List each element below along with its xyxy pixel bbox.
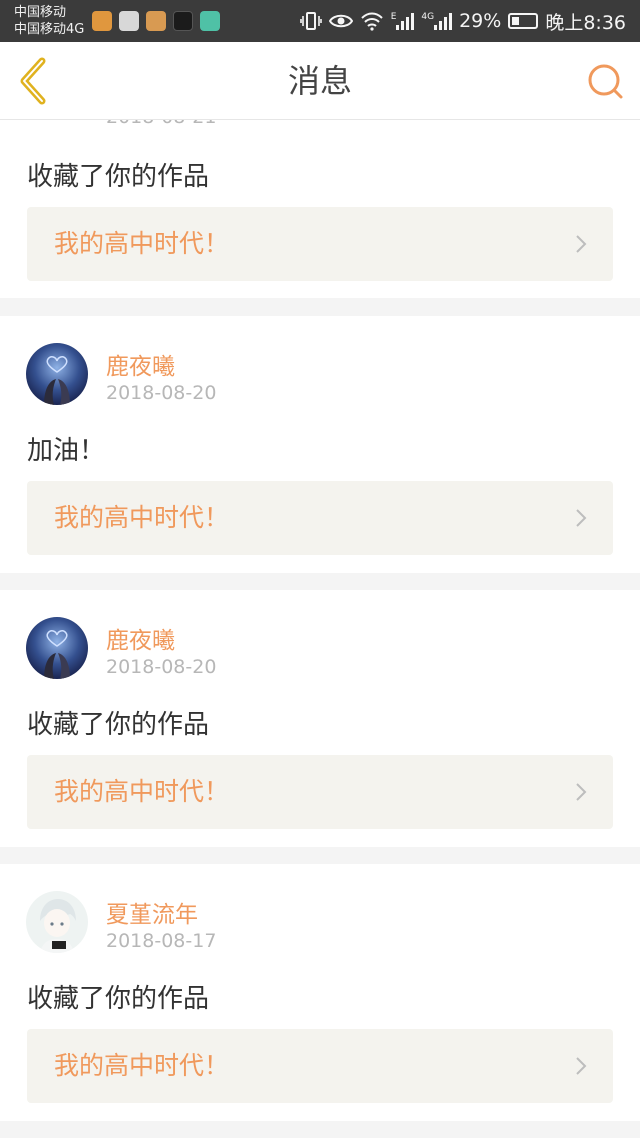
signal-1: E [391,12,415,30]
wifi-icon [360,12,383,31]
search-button[interactable] [586,62,626,102]
search-icon [588,64,623,99]
game-notification-icon [200,11,220,31]
status-bar: 中国移动 中国移动4G E 4G 29% 晚上8:36 [0,0,640,42]
notification-icons [92,11,220,31]
avatar[interactable] [26,343,88,405]
work-title: 我的高中时代！ [54,503,230,532]
message-card: 夏堇流年 2018-08-17 收藏了你的作品 我的高中时代！ [0,864,640,1121]
back-chevron-icon [20,57,46,105]
message-date: 2018-08-20 [106,656,217,678]
avatar-image [26,343,88,405]
status-indicators: E 4G 29% 晚上8:36 [299,0,626,42]
work-link[interactable]: 我的高中时代！ [27,207,613,281]
message-comment: 收藏了你的作品 [27,710,210,740]
username[interactable]: 夏堇流年 [106,895,198,929]
eye-comfort-icon [328,14,353,28]
chevron-right-icon [576,235,587,253]
carrier-info: 中国移动 中国移动4G [14,4,84,38]
message-card: 鹿夜曦 2018-08-20 加油！ 我的高中时代！ [0,316,640,573]
clock: 晚上8:36 [545,11,626,34]
avatar[interactable] [26,617,88,679]
carrier-label-4g: 中国移动4G [14,22,85,37]
battery-icon [508,13,539,29]
avatar-image [26,617,88,679]
back-button[interactable] [12,56,56,106]
signal-bars-icon-2 [434,12,453,30]
chat-notification-icon [119,11,139,31]
message-comment: 收藏了你的作品 [27,984,210,1014]
signal-bars-icon [396,12,415,30]
message-date: 2018-08-17 [106,930,217,952]
avatar-image [26,891,88,953]
chevron-right-icon [576,783,587,801]
message-list[interactable]: 2018-08-21 收藏了你的作品 我的高中时代！ 鹿夜曦 2018-08-2… [0,120,640,1138]
carrier-label: 中国移动 [14,5,67,20]
message-comment: 收藏了你的作品 [27,162,210,192]
avatar[interactable] [26,891,88,953]
cafe-notification-icon [146,11,166,31]
message-date: 2018-08-21 [106,120,216,128]
vibrate-icon [299,12,322,30]
work-link[interactable]: 我的高中时代！ [27,481,613,555]
work-link[interactable]: 我的高中时代！ [27,755,613,829]
tiktok-icon [173,11,193,31]
app-notification-icon [92,11,112,31]
battery-percent: 29% [459,10,502,32]
work-title: 我的高中时代！ [54,1051,230,1080]
message-card: 2018-08-21 收藏了你的作品 我的高中时代！ [0,120,640,298]
nav-bar: 消息 [0,42,640,120]
message-date: 2018-08-20 [106,382,217,404]
signal-2: 4G [421,12,453,30]
message-card: 鹿夜曦 2018-08-20 收藏了你的作品 我的高中时代！ [0,590,640,847]
chevron-right-icon [576,509,587,527]
username[interactable]: 鹿夜曦 [106,621,175,655]
work-title: 我的高中时代！ [54,229,230,258]
message-comment: 加油！ [27,436,106,466]
username[interactable]: 鹿夜曦 [106,347,175,381]
page-title: 消息 [287,62,352,100]
network-type-label-2: 4G [421,12,435,22]
chevron-right-icon [576,1057,587,1075]
work-title: 我的高中时代！ [54,777,230,806]
work-link[interactable]: 我的高中时代！ [27,1029,613,1103]
